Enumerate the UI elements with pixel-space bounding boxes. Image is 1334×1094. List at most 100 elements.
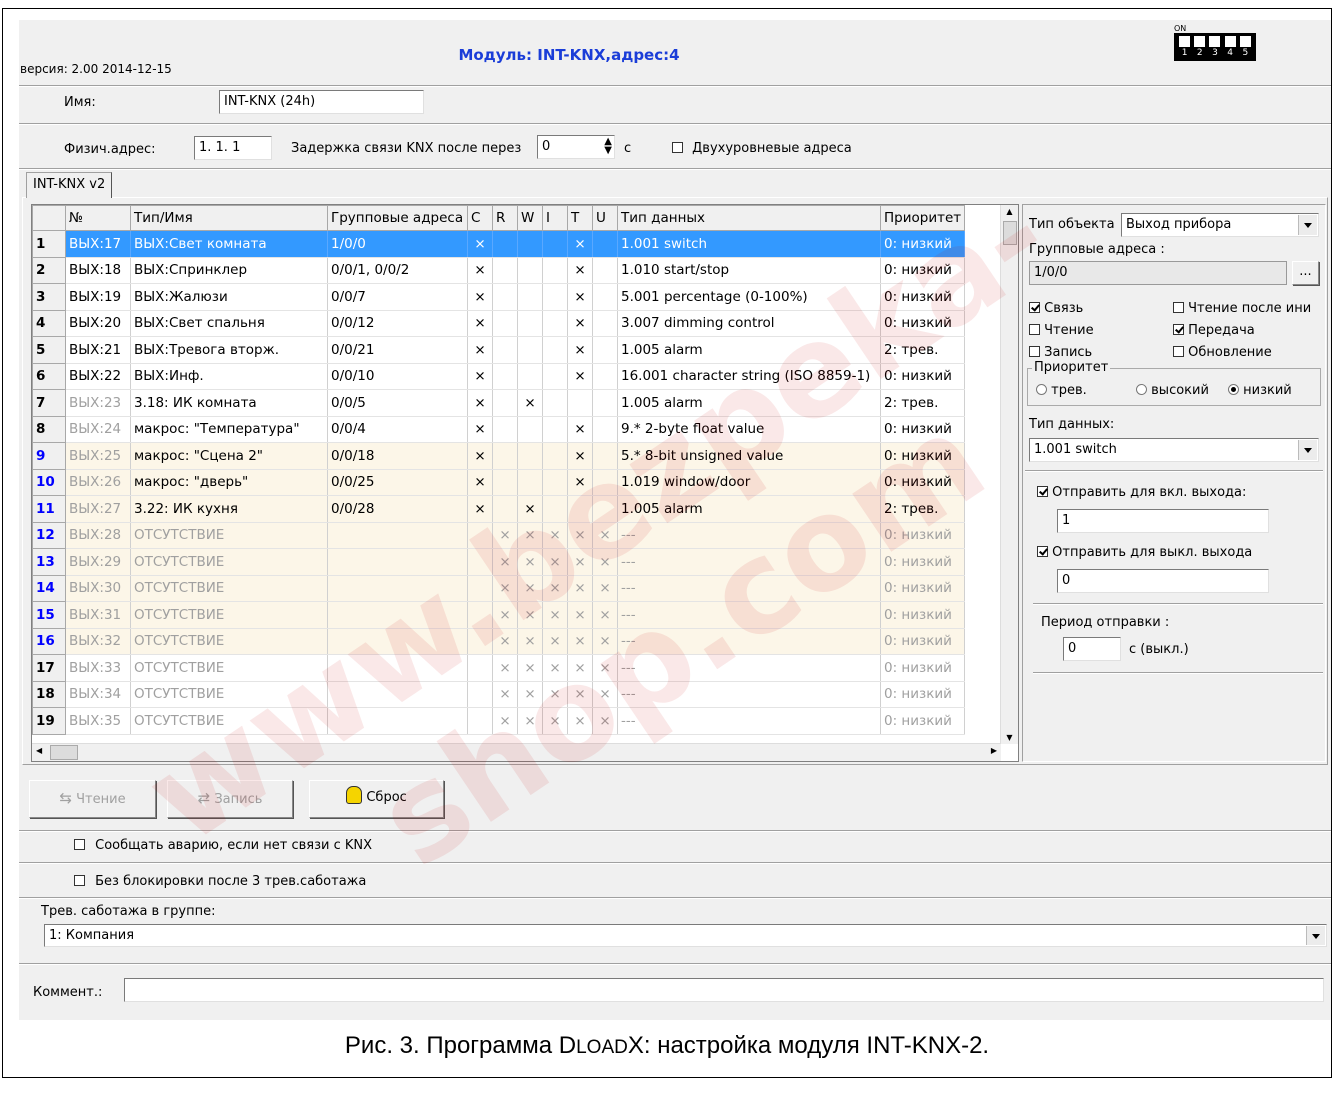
cell-name[interactable]: макрос: "Температура" — [130, 416, 328, 443]
flag-read[interactable]: Чтение — [1029, 323, 1094, 338]
row-number[interactable]: 9 — [32, 442, 66, 470]
row-number[interactable]: 2 — [32, 256, 66, 284]
cell-addr[interactable]: 0/0/25 — [327, 469, 468, 496]
cell-t[interactable]: × — [567, 575, 593, 602]
flag-transmit[interactable]: Передача — [1173, 323, 1255, 338]
cell-i[interactable] — [542, 363, 568, 390]
cell-r[interactable] — [492, 495, 518, 523]
row-number[interactable]: 19 — [32, 707, 66, 735]
col-header[interactable]: T — [567, 205, 593, 231]
col-header[interactable]: Тип данных — [617, 205, 881, 231]
cell-i[interactable] — [542, 283, 568, 311]
checkbox-icon[interactable] — [1029, 324, 1040, 335]
cell-i[interactable]: × — [542, 575, 568, 602]
flag-write[interactable]: Запись — [1029, 345, 1092, 360]
cell-prio[interactable]: 0: низкий — [880, 257, 966, 284]
cell-t[interactable]: × — [567, 628, 593, 655]
cell-c[interactable]: × — [467, 257, 493, 284]
cell-no[interactable]: ВЫХ:28 — [65, 522, 131, 549]
cell-dtype[interactable]: 9.* 2-byte float value — [617, 416, 881, 443]
cell-prio[interactable]: 0: низкий — [880, 681, 966, 708]
scroll-up-icon[interactable]: ▲ — [1001, 205, 1018, 219]
cell-c[interactable]: × — [467, 230, 493, 258]
cell-prio[interactable]: 0: низкий — [880, 548, 966, 576]
cell-c[interactable]: × — [467, 469, 493, 496]
cell-addr[interactable]: 0/0/12 — [327, 310, 468, 337]
cell-name[interactable]: ВЫХ:Свет комната — [130, 230, 328, 258]
cell-prio[interactable]: 0: низкий — [880, 707, 966, 735]
cell-c[interactable]: × — [467, 336, 493, 364]
cell-i[interactable] — [542, 336, 568, 364]
cell-t[interactable]: × — [567, 522, 593, 549]
checkbox-icon[interactable] — [74, 875, 85, 886]
cell-prio[interactable]: 0: низкий — [880, 601, 966, 629]
cell-c[interactable] — [467, 628, 493, 655]
spin-icon[interactable]: ▲ ▼ — [604, 137, 612, 156]
row-number[interactable]: 14 — [32, 574, 66, 602]
cell-addr[interactable] — [327, 548, 468, 576]
name-input[interactable]: INT-KNX (24h) — [219, 90, 424, 114]
cell-dtype[interactable]: 16.001 character string (ISO 8859-1) — [617, 363, 881, 390]
radio-icon[interactable] — [1136, 384, 1147, 395]
row-number[interactable]: 13 — [32, 548, 66, 576]
cell-addr[interactable]: 0/0/10 — [327, 363, 468, 390]
flag-read-after-init[interactable]: Чтение после ини — [1173, 301, 1323, 316]
cell-t[interactable]: × — [567, 230, 593, 258]
col-header[interactable]: C — [467, 205, 493, 231]
cell-t[interactable]: × — [567, 363, 593, 390]
cell-w[interactable] — [517, 469, 543, 496]
cell-u[interactable]: × — [592, 601, 618, 629]
cell-w[interactable]: × — [517, 601, 543, 629]
cell-name[interactable]: ОТСУТСТВИЕ — [130, 654, 328, 682]
row-number[interactable]: 16 — [32, 627, 66, 655]
cell-name[interactable]: ВЫХ:Жалюзи — [130, 283, 328, 311]
cell-w[interactable] — [517, 283, 543, 311]
cell-r[interactable] — [492, 416, 518, 443]
cell-name[interactable]: 3.22: ИК кухня — [130, 495, 328, 523]
cell-u[interactable]: × — [592, 575, 618, 602]
col-header[interactable]: № — [65, 205, 131, 231]
table-row[interactable]: 12 ВЫХ:28 ОТСУТСТВИЕ × × × × × --- 0: низкий — [32, 521, 966, 549]
knx-delay-input[interactable]: 0 ▲ ▼ — [537, 135, 615, 159]
cell-name[interactable]: ОТСУТСТВИЕ — [130, 628, 328, 655]
cell-r[interactable] — [492, 257, 518, 284]
cell-c[interactable]: × — [467, 442, 493, 470]
col-header[interactable]: Групповые адреса — [327, 205, 468, 231]
cell-t[interactable] — [567, 495, 593, 523]
cell-u[interactable]: × — [592, 707, 618, 735]
row-number[interactable]: 15 — [32, 601, 66, 629]
cell-name[interactable]: ВЫХ:Инф. — [130, 363, 328, 390]
row-number[interactable]: 4 — [32, 309, 66, 337]
cell-i[interactable]: × — [542, 601, 568, 629]
cell-name[interactable]: макрос: "дверь" — [130, 469, 328, 496]
cell-addr[interactable]: 0/0/5 — [327, 389, 468, 417]
cell-no[interactable]: ВЫХ:31 — [65, 601, 131, 629]
checkbox-icon[interactable] — [1037, 486, 1048, 497]
row-number[interactable]: 7 — [32, 389, 66, 417]
scroll-right-icon[interactable]: ▶ — [991, 746, 997, 755]
scroll-left-icon[interactable]: ◀ — [36, 746, 42, 755]
cell-u[interactable] — [592, 336, 618, 364]
cell-w[interactable]: × — [517, 628, 543, 655]
cell-u[interactable] — [592, 283, 618, 311]
cell-c[interactable]: × — [467, 363, 493, 390]
two-level-checkbox[interactable]: Двухуровневые адреса — [672, 141, 862, 156]
cell-r[interactable]: × — [492, 575, 518, 602]
cell-addr[interactable]: 0/0/21 — [327, 336, 468, 364]
cell-r[interactable]: × — [492, 522, 518, 549]
cell-dtype[interactable]: --- — [617, 601, 881, 629]
cell-prio[interactable]: 2: трев. — [880, 389, 966, 417]
radio-icon[interactable] — [1228, 384, 1239, 395]
cell-prio[interactable]: 0: низкий — [880, 230, 966, 258]
cell-i[interactable]: × — [542, 522, 568, 549]
cell-prio[interactable]: 0: низкий — [880, 522, 966, 549]
cell-dtype[interactable]: 1.001 switch — [617, 230, 881, 258]
cell-i[interactable]: × — [542, 681, 568, 708]
cell-no[interactable]: ВЫХ:25 — [65, 442, 131, 470]
cell-u[interactable] — [592, 310, 618, 337]
cell-prio[interactable]: 0: низкий — [880, 310, 966, 337]
cell-u[interactable] — [592, 363, 618, 390]
cell-t[interactable]: × — [567, 416, 593, 443]
cell-name[interactable]: ОТСУТСТВИЕ — [130, 601, 328, 629]
table-row[interactable]: 6 ВЫХ:22 ВЫХ:Инф. 0/0/10 × × 16.001 character … — [32, 362, 966, 390]
